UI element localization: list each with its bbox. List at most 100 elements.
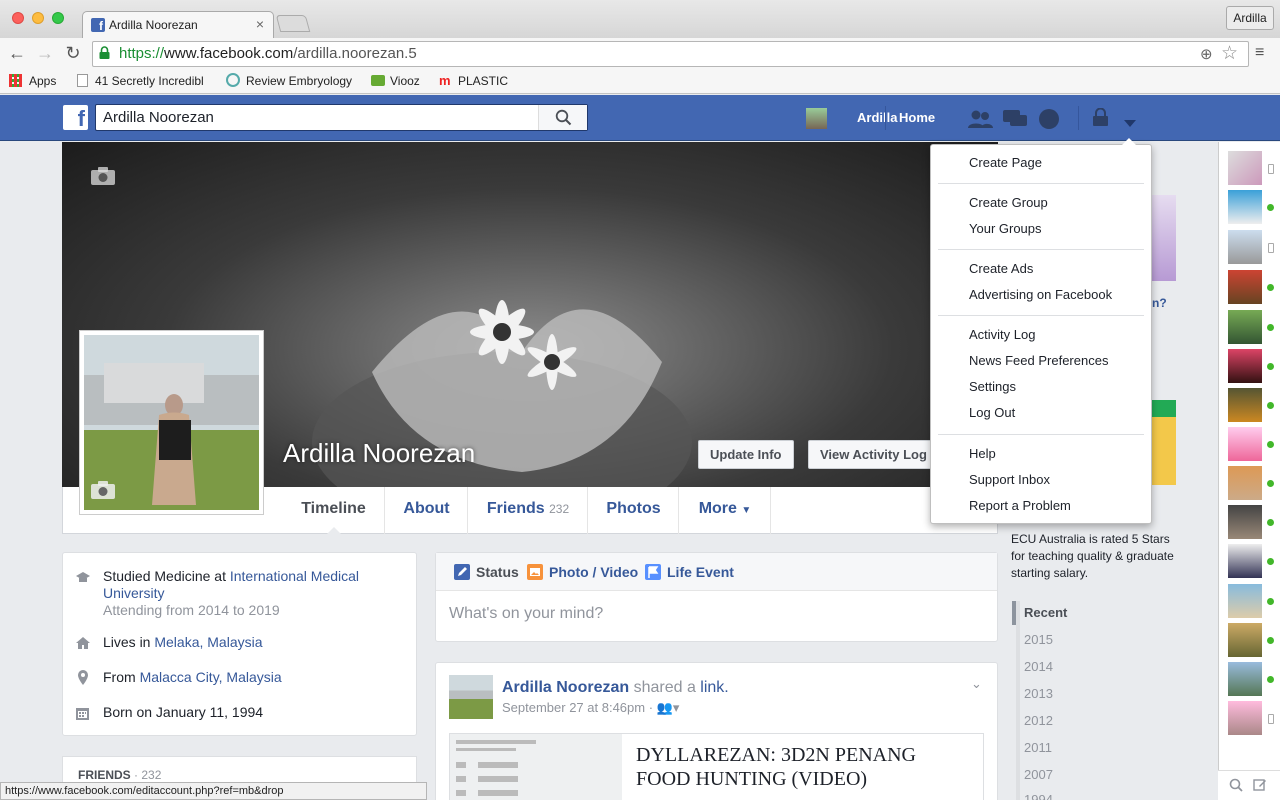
chat-contact-avatar[interactable] <box>1228 190 1262 224</box>
online-dot-icon <box>1267 284 1274 291</box>
active-tab-indicator <box>326 527 342 535</box>
minimize-window-button[interactable] <box>32 12 44 24</box>
menu-report-problem[interactable]: Report a Problem <box>969 498 1071 513</box>
year-2015[interactable]: 2015 <box>1024 632 1053 647</box>
composer-life-event-tab[interactable]: Life Event <box>667 564 734 580</box>
post-author-avatar[interactable] <box>449 675 493 719</box>
tab-photos[interactable]: Photos <box>589 487 679 534</box>
chat-contact-avatar[interactable] <box>1228 584 1262 618</box>
chat-contact-avatar[interactable] <box>1228 427 1262 461</box>
friends-heading[interactable]: FRIENDS · 232 <box>78 768 161 782</box>
update-info-button[interactable]: Update Info <box>698 440 794 469</box>
tab-more[interactable]: More ▼ <box>680 487 771 534</box>
year-2011[interactable]: 2011 <box>1024 740 1052 755</box>
menu-activity-log[interactable]: Activity Log <box>969 327 1035 342</box>
chat-contact-avatar[interactable] <box>1228 505 1262 539</box>
new-tab-button[interactable] <box>275 15 311 32</box>
menu-settings[interactable]: Settings <box>969 379 1016 394</box>
chat-contact-avatar[interactable] <box>1228 388 1262 422</box>
friend-requests-icon[interactable] <box>967 108 993 130</box>
composer-input[interactable]: What's on your mind? <box>449 605 603 623</box>
online-dot-icon <box>1267 363 1274 370</box>
bookmark-star-icon[interactable]: ☆ <box>1221 42 1238 65</box>
chat-contact-avatar[interactable] <box>1228 349 1262 383</box>
browser-tab-active[interactable]: f Ardilla Noorezan × <box>82 11 274 39</box>
ad-image-1[interactable] <box>1152 195 1176 281</box>
year-2014[interactable]: 2014 <box>1024 659 1053 674</box>
forward-arrow-icon[interactable]: → <box>35 43 55 63</box>
chat-contact-avatar[interactable] <box>1228 466 1262 500</box>
header-profile-link[interactable]: Ardilla <box>857 110 897 125</box>
close-tab-icon[interactable]: × <box>256 16 264 32</box>
profile-name[interactable]: Ardilla Noorezan <box>283 438 475 469</box>
view-activity-log-button[interactable]: View Activity Log <box>808 440 938 469</box>
bookmark-apps[interactable]: Apps <box>29 74 56 88</box>
search-button[interactable] <box>538 105 587 130</box>
menu-create-group[interactable]: Create Group <box>969 195 1048 210</box>
chat-contact-avatar[interactable] <box>1228 310 1262 344</box>
menu-your-groups[interactable]: Your Groups <box>969 221 1042 236</box>
messages-icon[interactable] <box>1002 108 1028 130</box>
audience-friends-icon[interactable]: 👥▾ <box>657 700 680 715</box>
chat-contact-avatar[interactable] <box>1228 544 1262 578</box>
tab-friends[interactable]: Friends 232 <box>469 487 588 534</box>
header-avatar[interactable] <box>806 108 827 129</box>
menu-news-feed-preferences[interactable]: News Feed Preferences <box>969 353 1108 368</box>
notifications-globe-icon[interactable] <box>1037 108 1063 130</box>
browser-profile-button[interactable]: Ardilla <box>1226 6 1274 30</box>
chat-contact-avatar[interactable] <box>1228 151 1262 185</box>
post-author-link[interactable]: Ardilla Noorezan <box>502 679 629 696</box>
cover-camera-icon[interactable] <box>90 166 116 189</box>
menu-create-ads[interactable]: Create Ads <box>969 261 1033 276</box>
year-2013[interactable]: 2013 <box>1024 686 1053 701</box>
tab-title: Ardilla Noorezan <box>109 18 198 32</box>
chat-search-icon[interactable] <box>1229 778 1243 795</box>
link-preview-title[interactable]: DYLLAREZAN: 3D2N PENANG FOOD HUNTING (VI… <box>636 743 966 791</box>
post-header: Ardilla Noorezan shared a link. <box>502 679 729 697</box>
privacy-shortcuts-icon[interactable] <box>1091 107 1111 130</box>
bookmark-secretly-incredible[interactable]: 41 Secretly Incredibl <box>95 74 207 88</box>
menu-separator <box>938 434 1144 435</box>
header-home-link[interactable]: Home <box>899 110 935 125</box>
tab-about[interactable]: About <box>386 487 468 534</box>
maximize-window-button[interactable] <box>52 12 64 24</box>
from-link[interactable]: Malacca City, Malaysia <box>140 669 282 685</box>
reload-icon[interactable]: ↻ <box>63 43 83 63</box>
chrome-menu-icon[interactable]: ≡ <box>1255 44 1264 62</box>
chat-contact-avatar[interactable] <box>1228 662 1262 696</box>
lives-link[interactable]: Melaka, Malaysia <box>154 634 262 650</box>
year-1994[interactable]: 1994 <box>1024 792 1053 800</box>
close-window-button[interactable] <box>12 12 24 24</box>
menu-log-out[interactable]: Log Out <box>969 405 1015 420</box>
year-recent[interactable]: Recent <box>1024 605 1067 620</box>
zoom-icon[interactable]: ⊕ <box>1200 45 1213 63</box>
ad-image-ecu[interactable] <box>1152 400 1176 485</box>
menu-help[interactable]: Help <box>969 446 996 461</box>
account-menu-arrow-icon[interactable] <box>1124 116 1136 131</box>
menu-separator <box>938 249 1144 250</box>
post-time-text[interactable]: September 27 at 8:46pm · <box>502 700 657 715</box>
chat-contact-avatar[interactable] <box>1228 623 1262 657</box>
bookmark-viooz[interactable]: Viooz <box>390 74 420 88</box>
year-2007[interactable]: 2007 <box>1024 767 1053 782</box>
composer-photo-video-tab[interactable]: Photo / Video <box>549 564 638 580</box>
chat-contact-avatar[interactable] <box>1228 230 1262 264</box>
chat-contact-avatar[interactable] <box>1228 270 1262 304</box>
back-arrow-icon[interactable]: ← <box>7 43 27 63</box>
location-pin-icon <box>76 670 90 685</box>
facebook-logo-icon[interactable]: f <box>63 105 88 131</box>
ad-title-fragment[interactable]: n? <box>1152 296 1167 310</box>
chat-compose-icon[interactable] <box>1253 778 1267 795</box>
chat-contact-avatar[interactable] <box>1228 701 1262 735</box>
post-link-link[interactable]: link. <box>700 679 728 696</box>
profile-camera-icon[interactable] <box>90 480 116 503</box>
life-event-flag-icon <box>645 564 661 580</box>
post-options-chevron-icon[interactable]: ⌄ <box>971 676 982 692</box>
year-2012[interactable]: 2012 <box>1024 713 1053 728</box>
bookmark-plastic[interactable]: PLASTIC <box>458 74 508 88</box>
menu-support-inbox[interactable]: Support Inbox <box>969 472 1050 487</box>
menu-advertising[interactable]: Advertising on Facebook <box>969 287 1112 302</box>
bookmark-review-embryology[interactable]: Review Embryology <box>246 74 352 88</box>
composer-status-tab[interactable]: Status <box>476 564 519 580</box>
menu-create-page[interactable]: Create Page <box>969 155 1042 170</box>
